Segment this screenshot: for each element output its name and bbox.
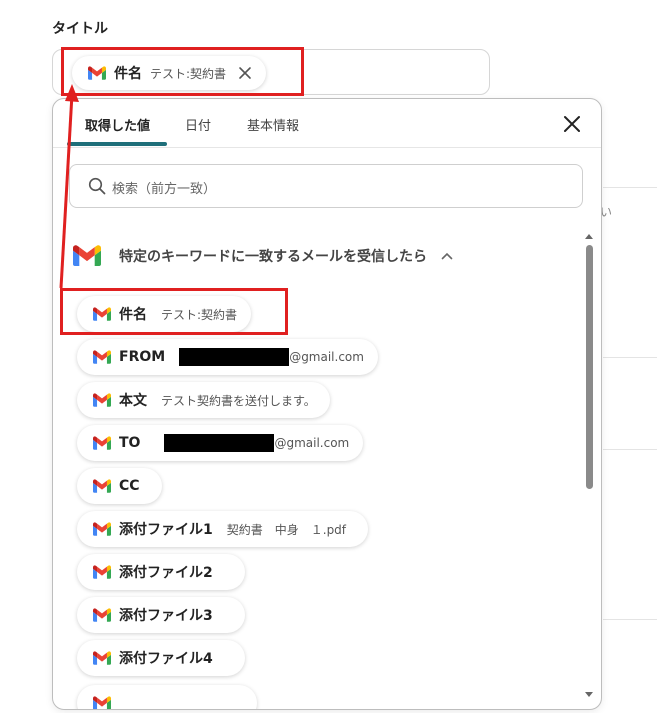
field-label: タイトル [52, 21, 108, 37]
redacted-block [179, 348, 290, 366]
search-input[interactable]: 検索（前方一致） [69, 164, 583, 208]
value-chip-attachment-2[interactable]: 添付ファイル2 [77, 554, 245, 590]
redacted-block [164, 434, 275, 452]
gmail-icon [93, 651, 111, 665]
tab-bar: 取得した値 日付 基本情報 [53, 99, 601, 148]
chip-value: @gmail.com [274, 436, 350, 450]
chevron-up-icon[interactable] [441, 252, 453, 260]
value-chip-attachment-3[interactable]: 添付ファイル3 [77, 597, 245, 633]
gmail-icon [93, 479, 111, 493]
gmail-icon [93, 436, 111, 450]
gmail-icon [93, 608, 111, 622]
gmail-icon [93, 393, 111, 407]
gmail-icon [93, 565, 111, 579]
chip-key: 添付ファイル2 [119, 565, 213, 581]
annotation-box-title [61, 47, 304, 96]
value-chip-attachment-1[interactable]: 添付ファイル1 契約書 中身 １.pdf [77, 511, 369, 547]
value-picker-popup: 取得した値 日付 基本情報 検索（前方一致） 特定のキーワードに一致するメールを… [52, 98, 602, 710]
value-chip-from[interactable]: FROM @gmail.com [77, 339, 378, 375]
section-title: 特定のキーワードに一致するメールを受信したら [119, 248, 427, 265]
chip-value: 契約書 中身 １.pdf [226, 522, 347, 537]
chip-key: 添付ファイル1 [119, 522, 213, 538]
value-chip-body[interactable]: 本文 テスト契約書を送付します。 [77, 382, 330, 418]
close-icon[interactable] [561, 113, 583, 135]
tab-retrieved-values[interactable]: 取得した値 [85, 115, 150, 134]
value-chip-to[interactable]: TO @gmail.com [77, 425, 364, 461]
gmail-icon [93, 522, 111, 536]
scrollbar-thumb[interactable] [586, 245, 593, 489]
search-icon [88, 177, 106, 195]
chip-key: 添付ファイル3 [119, 608, 213, 624]
gmail-icon [93, 696, 111, 710]
value-chip-cc[interactable]: CC [77, 468, 162, 504]
search-placeholder: 検索（前方一致） [112, 182, 217, 197]
annotation-arrow [59, 84, 79, 289]
value-chip-partial[interactable] [77, 685, 257, 710]
chip-value: @gmail.com [289, 350, 364, 364]
trigger-section-header[interactable]: 特定のキーワードに一致するメールを受信したら [73, 245, 453, 266]
annotation-box-subject [60, 288, 288, 335]
chip-key: 本文 [119, 393, 147, 409]
chip-key: 添付ファイル4 [119, 651, 213, 667]
chip-key: CC [119, 478, 140, 494]
gmail-icon [93, 350, 111, 364]
tab-basic-info[interactable]: 基本情報 [247, 115, 299, 134]
chip-key: TO [119, 435, 141, 451]
chip-value: テスト契約書を送付します。 [161, 393, 316, 408]
tab-date[interactable]: 日付 [185, 115, 211, 134]
value-chip-attachment-4[interactable]: 添付ファイル4 [77, 640, 245, 676]
chip-key: FROM [119, 349, 166, 365]
